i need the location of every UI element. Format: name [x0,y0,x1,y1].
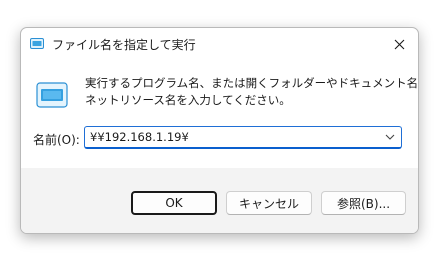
run-dialog: ファイル名を指定して実行 実行するプログラム名、または開くフォルダーやドキュメン… [20,27,419,234]
run-icon [36,82,68,108]
name-label: 名前(O): [33,133,80,147]
title-bar[interactable]: ファイル名を指定して実行 [21,28,418,60]
browse-button[interactable]: 参照(B)... [321,191,406,215]
ok-button[interactable]: OK [131,191,217,215]
close-icon [394,39,404,49]
instructions-line-1: 実行するプログラム名、または開くフォルダーやドキュメント名、インター [85,76,419,90]
run-app-icon [30,38,44,49]
instructions-line-2: ネットリソース名を入力してください。 [85,93,291,107]
instructions-text: 実行するプログラム名、または開くフォルダーやドキュメント名、インター ネットリソ… [85,75,419,109]
chevron-down-icon[interactable] [385,133,395,141]
cancel-button[interactable]: キャンセル [226,191,312,215]
name-combobox[interactable] [84,126,402,149]
name-input[interactable] [90,130,370,144]
window-title: ファイル名を指定して実行 [52,38,196,52]
close-button[interactable] [384,32,414,56]
